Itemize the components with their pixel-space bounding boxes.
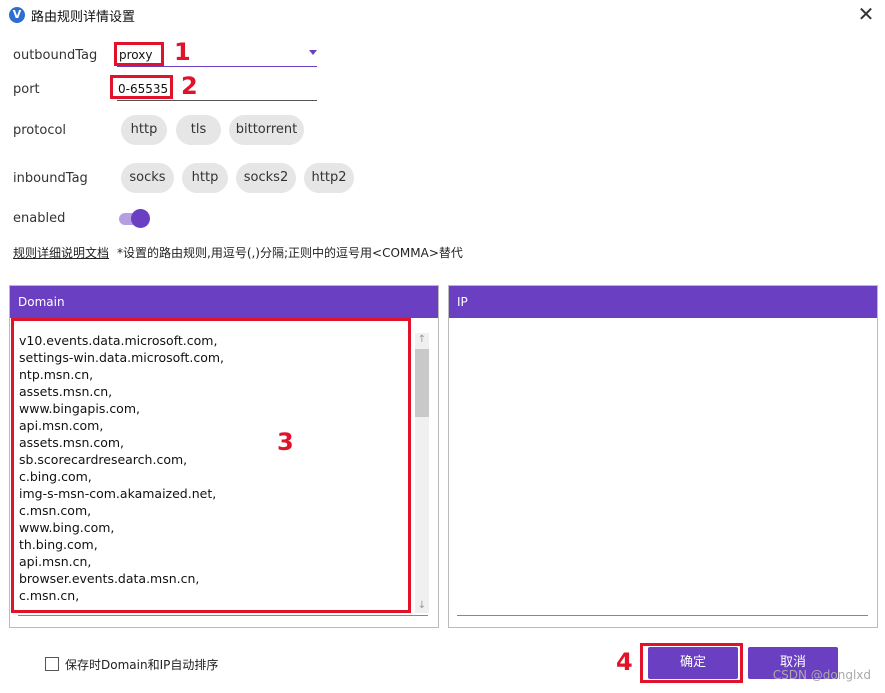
outboundtag-label: outboundTag	[13, 48, 98, 63]
inboundtag-label: inboundTag	[13, 171, 88, 186]
chevron-down-icon	[309, 50, 317, 55]
ip-panel-header: IP	[449, 286, 877, 318]
annotation-box-1	[114, 42, 164, 66]
auto-sort-checkbox[interactable]	[45, 657, 59, 671]
rules-hint-text: *设置的路由规则,用逗号(,)分隔;正则中的逗号用<COMMA>替代	[117, 246, 463, 260]
ip-textarea[interactable]	[456, 325, 868, 615]
annotation-box-2	[110, 75, 173, 99]
rules-doc-link[interactable]: 规则详细说明文档	[13, 244, 109, 261]
port-label: port	[13, 82, 40, 97]
ip-input-underline	[457, 615, 868, 616]
annotation-box-4	[640, 643, 743, 683]
enabled-label: enabled	[13, 211, 66, 226]
annotation-number-3: 3	[277, 428, 294, 456]
inboundtag-chip-http[interactable]: http	[182, 163, 228, 193]
window-title: 路由规则详情设置	[31, 10, 136, 25]
scroll-thumb[interactable]	[415, 349, 429, 417]
protocol-chip-http[interactable]: http	[121, 115, 167, 145]
close-button[interactable]: ✕	[853, 2, 879, 28]
inboundtag-chip-socks2[interactable]: socks2	[236, 163, 296, 193]
domain-scrollbar[interactable]: ↑ ↓	[415, 333, 429, 613]
inboundtag-chip-socks[interactable]: socks	[121, 163, 174, 193]
inboundtag-chip-http2[interactable]: http2	[304, 163, 354, 193]
scroll-down-arrow-icon[interactable]: ↓	[415, 599, 429, 613]
domain-input-underline	[18, 615, 428, 616]
domain-panel-header: Domain	[10, 286, 438, 318]
protocol-label: protocol	[13, 123, 67, 138]
watermark: CSDN @donglxd	[772, 668, 871, 682]
title-bar: V 路由规则详情设置 ✕	[0, 0, 885, 30]
annotation-number-1: 1	[174, 38, 191, 66]
annotation-box-3	[11, 318, 411, 613]
app-logo-icon: V	[9, 7, 25, 23]
protocol-chip-tls[interactable]: tls	[176, 115, 221, 145]
toggle-knob	[131, 209, 150, 228]
auto-sort-label: 保存时Domain和IP自动排序	[65, 658, 219, 672]
protocol-chip-bittorrent[interactable]: bittorrent	[229, 115, 304, 145]
scroll-up-arrow-icon[interactable]: ↑	[415, 333, 429, 347]
annotation-number-2: 2	[181, 72, 198, 100]
annotation-number-4: 4	[616, 648, 633, 676]
